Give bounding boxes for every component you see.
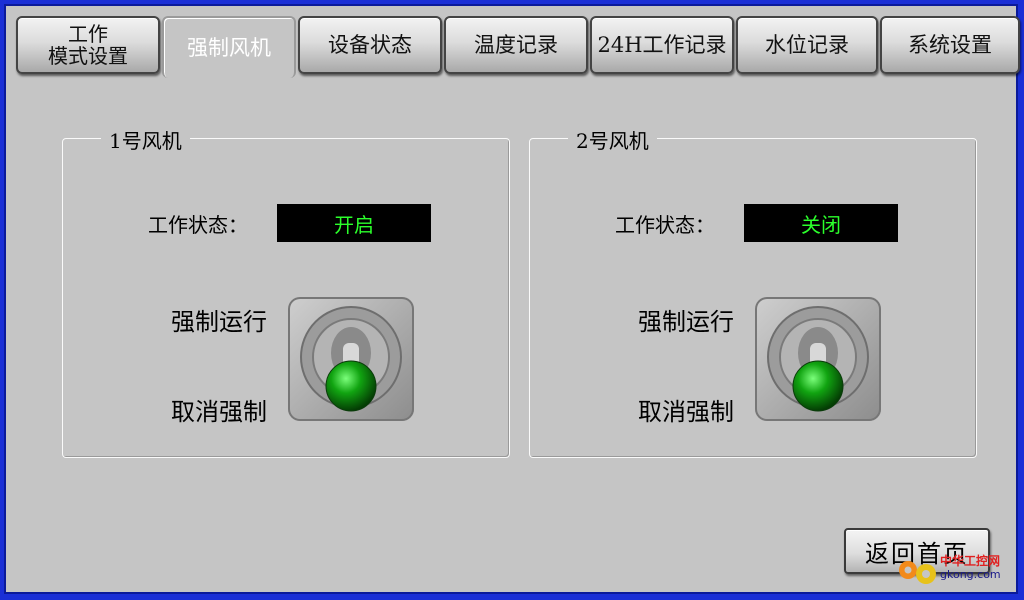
main-frame: 工作 模式设置 强制风机 设备状态 温度记录 24H工作记录 水位记录 系统设置… [4,4,1020,594]
tab-system-settings[interactable]: 系统设置 [880,16,1020,74]
gear-logo-icon [899,561,936,584]
fan-1-cancel-label: 取消强制 [171,398,267,426]
fan-1-status-label: 工作状态： [148,213,248,237]
toggle-switch-icon [300,306,402,412]
fan-1-title: 1号风机 [101,125,190,154]
fan-2-status-value: 关闭 [744,204,898,242]
fan-1-toggle-switch[interactable] [288,297,414,421]
toggle-switch-icon [767,306,869,412]
tab-water-level-record[interactable]: 水位记录 [736,16,878,74]
watermark-logo: 中华工控网 gkong.com [894,550,1022,586]
tab-temperature-record[interactable]: 温度记录 [444,16,588,74]
tab-forced-fan[interactable]: 强制风机 [162,16,296,78]
fan-1-status-value: 开启 [277,204,431,242]
fan-1-panel: 1号风机 工作状态： 开启 强制运行 取消强制 [62,125,510,458]
fan-2-run-label: 强制运行 [638,308,734,336]
fan-1-run-label: 强制运行 [171,308,267,336]
tab-bar: 工作 模式设置 强制风机 设备状态 温度记录 24H工作记录 水位记录 系统设置 [16,16,1020,78]
fan-2-toggle-switch[interactable] [755,297,881,421]
watermark-text-cn: 中华工控网 [940,554,1001,568]
fan-2-title: 2号风机 [568,125,657,154]
fan-2-cancel-label: 取消强制 [638,398,734,426]
tab-device-status[interactable]: 设备状态 [298,16,442,74]
watermark-text-url: gkong.com [940,568,1001,581]
fan-2-panel: 2号风机 工作状态： 关闭 强制运行 取消强制 [529,125,977,458]
fan-2-status-label: 工作状态： [615,213,715,237]
tab-24h-work-record[interactable]: 24H工作记录 [590,16,734,74]
tab-work-mode-settings[interactable]: 工作 模式设置 [16,16,160,74]
